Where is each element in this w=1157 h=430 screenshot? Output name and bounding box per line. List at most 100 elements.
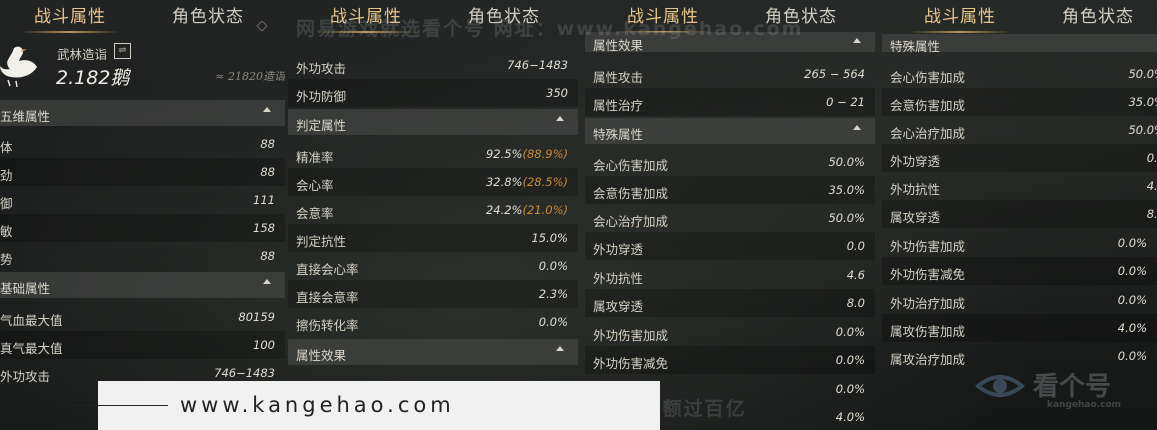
stat-label: 判定抗性: [296, 234, 347, 249]
stat-value: 50.0%: [1128, 123, 1157, 137]
stat-value: 0.0: [1146, 151, 1157, 165]
stat-row: 劲 88: [0, 158, 285, 186]
stat-value: 0.0%: [1117, 236, 1147, 250]
section-title: 五维属性: [0, 109, 51, 124]
stat-label: 属攻穿透: [593, 299, 644, 314]
stat-label: 敏: [0, 224, 13, 239]
stat-row: 外功伤害加成 0.0%: [882, 229, 1157, 257]
stat-label: 外功伤害减免: [593, 356, 669, 371]
stat-row: 气血最大值 80159: [0, 303, 285, 331]
swap-icon[interactable]: ⇌: [114, 43, 131, 59]
collapse-arrow-icon: [556, 116, 564, 121]
collapse-arrow-icon: [853, 38, 861, 43]
tab-combat-attributes[interactable]: 战斗属性: [20, 2, 120, 33]
stat-row: 直接会心率 0.0%: [288, 252, 578, 280]
stat-label: 会心伤害加成: [890, 70, 966, 85]
stat-value: 0.0%: [538, 259, 568, 273]
stat-value: 8.0: [1146, 207, 1157, 221]
section-title: 属性效果: [296, 348, 347, 363]
stat-value: 0.0%: [835, 353, 865, 367]
stat-row: 势 88: [0, 242, 285, 270]
stat-row: 会心伤害加成 50.0%: [882, 60, 1157, 88]
stat-value: 35.0%: [1128, 95, 1157, 109]
stat-value: 158: [253, 221, 275, 235]
tab-bar: 战斗属性 角色状态: [0, 0, 285, 33]
stat-value: 4.6: [846, 268, 865, 282]
stat-value: 8.0: [846, 296, 865, 310]
stat-value: 265 − 564: [804, 67, 865, 81]
stat-value: 0.0%: [538, 315, 568, 329]
eye-logo-icon: [975, 375, 1025, 397]
stat-row: 外功伤害减免 0.0%: [882, 257, 1157, 285]
stat-label: 擦伤转化率: [296, 318, 359, 333]
section-special-attributes[interactable]: 特殊属性: [882, 34, 1157, 54]
stat-label: 会心率: [296, 178, 334, 193]
stat-row: 属攻穿透 8.0: [882, 200, 1157, 228]
tab-combat-attributes[interactable]: 战斗属性: [910, 2, 1010, 33]
stat-label: 势: [0, 252, 13, 267]
stat-row: 外功防御 350: [288, 79, 578, 107]
tab-character-status[interactable]: 角色状态: [172, 2, 244, 27]
stat-row: 会意伤害加成 35.0%: [882, 88, 1157, 116]
achievement-value: 2.182鹅: [56, 67, 130, 89]
stat-value: 4.0%: [1117, 321, 1147, 335]
stat-value: 24.2%(21.0%): [486, 203, 568, 217]
watermark-top: 网易游戏就选看个号 网址：www.kangehao.com: [296, 18, 804, 40]
section-judgement-attributes[interactable]: 判定属性: [288, 109, 578, 135]
stat-row: 外功攻击 746−1483: [288, 51, 578, 79]
section-basic-attributes[interactable]: 基础属性: [0, 272, 285, 298]
stat-label: 外功治疗加成: [890, 296, 966, 311]
stat-value: 92.5%(88.9%): [486, 147, 568, 161]
logo-text: 看个号: [1033, 372, 1112, 402]
stat-value: 80159: [238, 310, 275, 324]
stat-row: 会意率 24.2%(21.0%): [288, 196, 578, 224]
stat-base-value: (21.0%): [522, 203, 568, 217]
footer-divider: [68, 405, 168, 406]
stat-row: 属性攻击 265 − 564: [585, 60, 875, 88]
footer-url[interactable]: www.kangehao.com: [180, 393, 455, 417]
stat-main-value: 32.8%: [485, 175, 523, 189]
stat-label: 体: [0, 140, 13, 155]
stat-row: 御 111: [0, 186, 285, 214]
section-five-dimensions[interactable]: 五维属性: [0, 100, 285, 126]
stat-row: 敏 158: [0, 214, 285, 242]
stat-label: 直接会心率: [296, 262, 359, 277]
stat-row: 外功穿透 0.0: [882, 144, 1157, 172]
section-title: 基础属性: [0, 281, 51, 296]
stat-label: 直接会意率: [296, 290, 359, 305]
stat-value: 32.8%(28.5%): [486, 175, 568, 189]
stat-row: 外功抗性 4.6: [585, 261, 875, 289]
sect-achievement-label: 武林造诣: [57, 47, 108, 62]
stat-row: 体 88: [0, 130, 285, 158]
logo-subtext: kangehao.com: [1047, 400, 1121, 410]
stat-value: 4.0%: [835, 410, 865, 424]
section-title: 特殊属性: [890, 39, 941, 54]
stat-label: 会意伤害加成: [890, 98, 966, 113]
tab-divider: [256, 20, 268, 32]
stat-row: 外功伤害减免 0.0%: [585, 346, 875, 374]
stat-label: 属攻穿透: [890, 210, 941, 225]
stat-label: 会心伤害加成: [593, 158, 669, 173]
collapse-arrow-icon: [263, 279, 271, 284]
stat-label: 会心治疗加成: [890, 126, 966, 141]
stat-value: 0.0%: [1117, 293, 1147, 307]
stat-value: 0.0: [846, 239, 865, 253]
stat-label: 外功伤害加成: [890, 239, 966, 254]
stat-label: 劲: [0, 168, 13, 183]
stat-row: 属攻穿透 8.0: [585, 289, 875, 317]
stat-value: 35.0%: [828, 183, 865, 197]
stat-value: 88: [260, 137, 275, 151]
stat-row: 属性治疗 0 − 21: [585, 88, 875, 116]
section-special-attributes[interactable]: 特殊属性: [585, 118, 875, 144]
stat-label: 外功抗性: [593, 271, 644, 286]
stat-value: 50.0%: [1128, 67, 1157, 81]
tab-character-status[interactable]: 角色状态: [1062, 2, 1134, 27]
stat-label: 真气最大值: [0, 341, 63, 356]
section-attribute-effects[interactable]: 属性效果: [288, 339, 578, 365]
stat-label: 外功攻击: [296, 61, 347, 76]
stat-row: 外功治疗加成 0.0%: [882, 286, 1157, 314]
stat-row: 会心率 32.8%(28.5%): [288, 168, 578, 196]
stat-label: 属攻伤害加成: [890, 324, 966, 339]
stat-label: 气血最大值: [0, 313, 63, 328]
stat-value: 100: [253, 338, 275, 352]
